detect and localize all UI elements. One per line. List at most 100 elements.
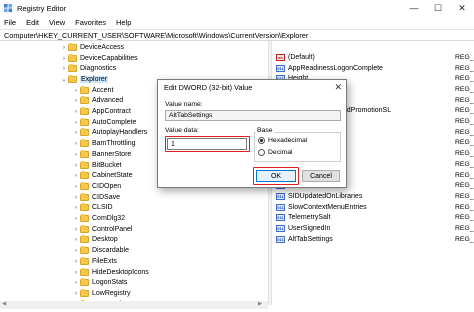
tree-item-label: CabinetState [92,172,133,180]
menu-file[interactable]: File [4,18,16,27]
folder-icon [80,235,89,244]
tree-item[interactable]: › LowRegistry [72,288,131,299]
chevron-right-icon[interactable]: › [60,44,68,51]
tree-item-label: LowRegistry [92,289,131,297]
menu-bar: File Edit View Favorites Help [0,16,474,29]
chevron-right-icon[interactable]: › [72,290,80,297]
chevron-down-icon[interactable]: ⌄ [60,75,68,83]
value-type: REG_D [455,118,474,126]
tree-item[interactable]: › Desktop [72,235,118,246]
folder-icon [80,160,89,169]
folder-icon [68,42,77,51]
tree-item[interactable]: › CabinetState [72,170,132,181]
scroll-right-icon[interactable]: ▶ [258,301,262,307]
tree-item[interactable]: › AutoComplete [72,117,136,128]
tree-item[interactable]: › DeviceAccess [60,42,124,53]
tree-item[interactable]: › CLSID [72,203,113,214]
tree-item[interactable]: › AppContract [72,106,131,117]
tree-item[interactable]: › BitBucket [72,160,122,171]
window-title: Registry Editor [17,3,67,13]
tree-item[interactable]: › DeviceCapabilities [60,53,138,64]
scroll-left-icon[interactable]: ◀ [2,301,6,307]
value-type: REG_D [455,150,474,158]
tree-item[interactable]: › Accent [72,85,113,96]
chevron-right-icon[interactable]: › [72,215,80,222]
tree-item-label: Discardable [92,247,129,255]
value-name: AltTabSettings [288,235,333,243]
menu-edit[interactable]: Edit [26,18,39,27]
value-row[interactable]: 011 SlowContextMenuEntries [276,202,367,213]
value-row[interactable]: 011 AppReadinessLogonComplete [276,63,383,74]
folder-icon [80,107,89,116]
chevron-right-icon[interactable]: › [72,151,80,158]
chevron-right-icon[interactable]: › [72,204,80,211]
chevron-right-icon[interactable]: › [60,55,68,62]
chevron-right-icon[interactable]: › [72,226,80,233]
chevron-right-icon[interactable]: › [72,162,80,169]
tree-item[interactable]: › BamThrottling [72,138,136,149]
chevron-right-icon[interactable]: › [72,97,80,104]
chevron-right-icon[interactable]: › [72,108,80,115]
value-row[interactable]: 011 TelemetrySalt [276,213,330,224]
chevron-right-icon[interactable]: › [72,172,80,179]
chevron-right-icon[interactable]: › [72,183,80,190]
tree-item-label: DeviceAccess [80,43,124,51]
chevron-right-icon[interactable]: › [72,194,80,201]
menu-favorites[interactable]: Favorites [75,18,106,27]
tree-item[interactable]: › Discardable [72,245,129,256]
tree-item[interactable]: › FileExts [72,256,117,267]
value-row[interactable]: 011 SIDUpdatedOnLibraries [276,191,362,202]
chevron-right-icon[interactable]: › [72,140,80,147]
menu-help[interactable]: Help [116,18,131,27]
values-type-column: REG_S REG_D REG_B REG_B REG_D REG_D REG_D REG_D… [455,41,474,305]
tree-item[interactable]: ⌄ Explorer [60,74,109,85]
tree-item[interactable]: › ComDlg32 [72,213,125,224]
maximize-button[interactable]: ☐ [426,0,450,16]
tree-item[interactable]: › BannerStore [72,149,131,160]
menu-view[interactable]: View [49,18,65,27]
value-name: UserSignedIn [288,225,331,233]
minimize-button[interactable]: — [402,0,426,16]
close-button[interactable]: ✕ [450,0,474,16]
chevron-right-icon[interactable]: › [72,119,80,126]
dialog-close-button[interactable]: ✕ [334,82,342,93]
tree-item[interactable]: › Advanced [72,96,123,107]
chevron-right-icon[interactable]: › [72,87,80,94]
value-type: REG_D [455,171,474,179]
tree-item[interactable]: › Diagnostics [60,63,116,74]
tree-item-label: BitBucket [92,161,122,169]
value-name: TelemetrySalt [288,214,331,222]
hexadecimal-radio[interactable]: Hexadecimal [258,137,307,144]
chevron-right-icon[interactable]: › [72,129,80,136]
chevron-right-icon[interactable]: › [72,269,80,276]
tree-item[interactable]: › LogonStats [72,277,127,288]
folder-icon [80,224,89,233]
value-row[interactable]: 011 AltTabSettings [276,234,333,245]
address-bar[interactable]: Computer\HKEY_CURRENT_USER\SOFTWARE\Micr… [0,29,474,41]
chevron-right-icon[interactable]: › [72,247,80,254]
folder-icon [80,96,89,105]
tree-item[interactable]: › HideDesktopIcons [72,267,149,278]
value-type: REG_D [455,225,474,233]
folder-icon [80,171,89,180]
tree-horizontal-scrollbar[interactable]: ◀ ▶ [0,301,268,309]
chevron-right-icon[interactable]: › [72,258,80,265]
value-row[interactable]: 011 UserSignedIn [276,223,330,234]
decimal-radio[interactable]: Decimal [258,149,293,156]
tree-item[interactable]: › ControlPanel [72,224,132,235]
value-type: REG_D [455,235,474,243]
tree-item[interactable]: › AutoplayHandlers [72,128,147,139]
tree-item-label: Advanced [92,97,124,105]
cancel-button[interactable]: Cancel [302,170,340,182]
folder-icon [80,85,89,94]
folder-icon [80,181,89,190]
value-row[interactable]: ab (Default) [276,52,315,63]
chevron-right-icon[interactable]: › [72,236,80,243]
tree-item[interactable]: › CIDSave [72,192,120,203]
tree-item[interactable]: › CIDOpen [72,181,121,192]
value-type: REG_D [455,64,474,72]
binary-value-icon: 011 [276,235,285,243]
chevron-right-icon[interactable]: › [60,65,68,72]
chevron-right-icon[interactable]: › [72,279,80,286]
value-data-highlight [165,136,250,152]
